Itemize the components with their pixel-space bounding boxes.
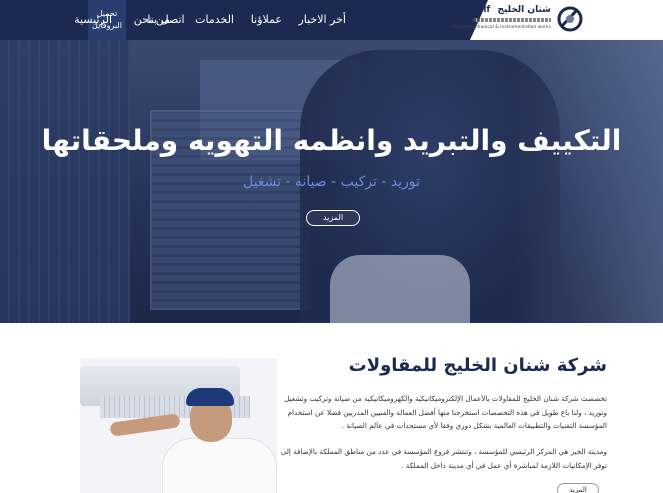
brand-name-en: Shinan Gulf <box>431 5 491 15</box>
nav-item-services[interactable]: الخدمات <box>195 0 234 40</box>
about-paragraph-2: ومدينة الخبر هي المركز الرئيسي للمؤسسة ،… <box>280 447 607 470</box>
nav-item-contact[interactable]: اتصل بنا <box>136 0 196 40</box>
photo-cap <box>186 388 234 406</box>
brand-logo[interactable]: Shinan Gulf شنان الخليج Electromechanica… <box>432 0 663 40</box>
main-nav: تحميل البروفايل الرئيسية من نحن الخدمات … <box>0 0 488 40</box>
about-title: شركة شنان الخليج للمقاولات <box>348 355 607 376</box>
about-paragraph-1: تخصصت شركة شنان الخليج للمقاولات بالأعما… <box>284 394 607 430</box>
photo-shirt <box>162 438 277 493</box>
brand-tagline: Electromechanical & Instrumentation work… <box>452 25 551 30</box>
logo-icon <box>557 6 583 32</box>
hero-subtitle: توريد - تركيب - صيانه - تشغيل <box>243 174 420 190</box>
brand-name-ar: شنان الخليج <box>497 5 551 15</box>
site-header: تحميل البروفايل الرئيسية من نحن الخدمات … <box>0 0 663 40</box>
nav-item-clients[interactable]: عملاؤنا <box>251 0 282 40</box>
technician-photo <box>80 358 277 493</box>
nav-item-news[interactable]: أخر الاخبار <box>298 0 346 40</box>
hero-more-button[interactable]: المزيد <box>306 210 360 226</box>
brand-arabic-tagline-line <box>473 18 551 22</box>
brand-name: Shinan Gulf شنان الخليج <box>432 5 551 15</box>
nav-item-home[interactable]: الرئيسية <box>74 0 112 40</box>
hero-title: التكييف والتبريد وانظمه التهويه وملحقاته… <box>41 124 622 157</box>
about-more-button[interactable]: المزيد <box>557 483 599 493</box>
hero-bg-arm <box>330 255 470 323</box>
hero-banner: التكييف والتبريد وانظمه التهويه وملحقاته… <box>0 40 663 323</box>
